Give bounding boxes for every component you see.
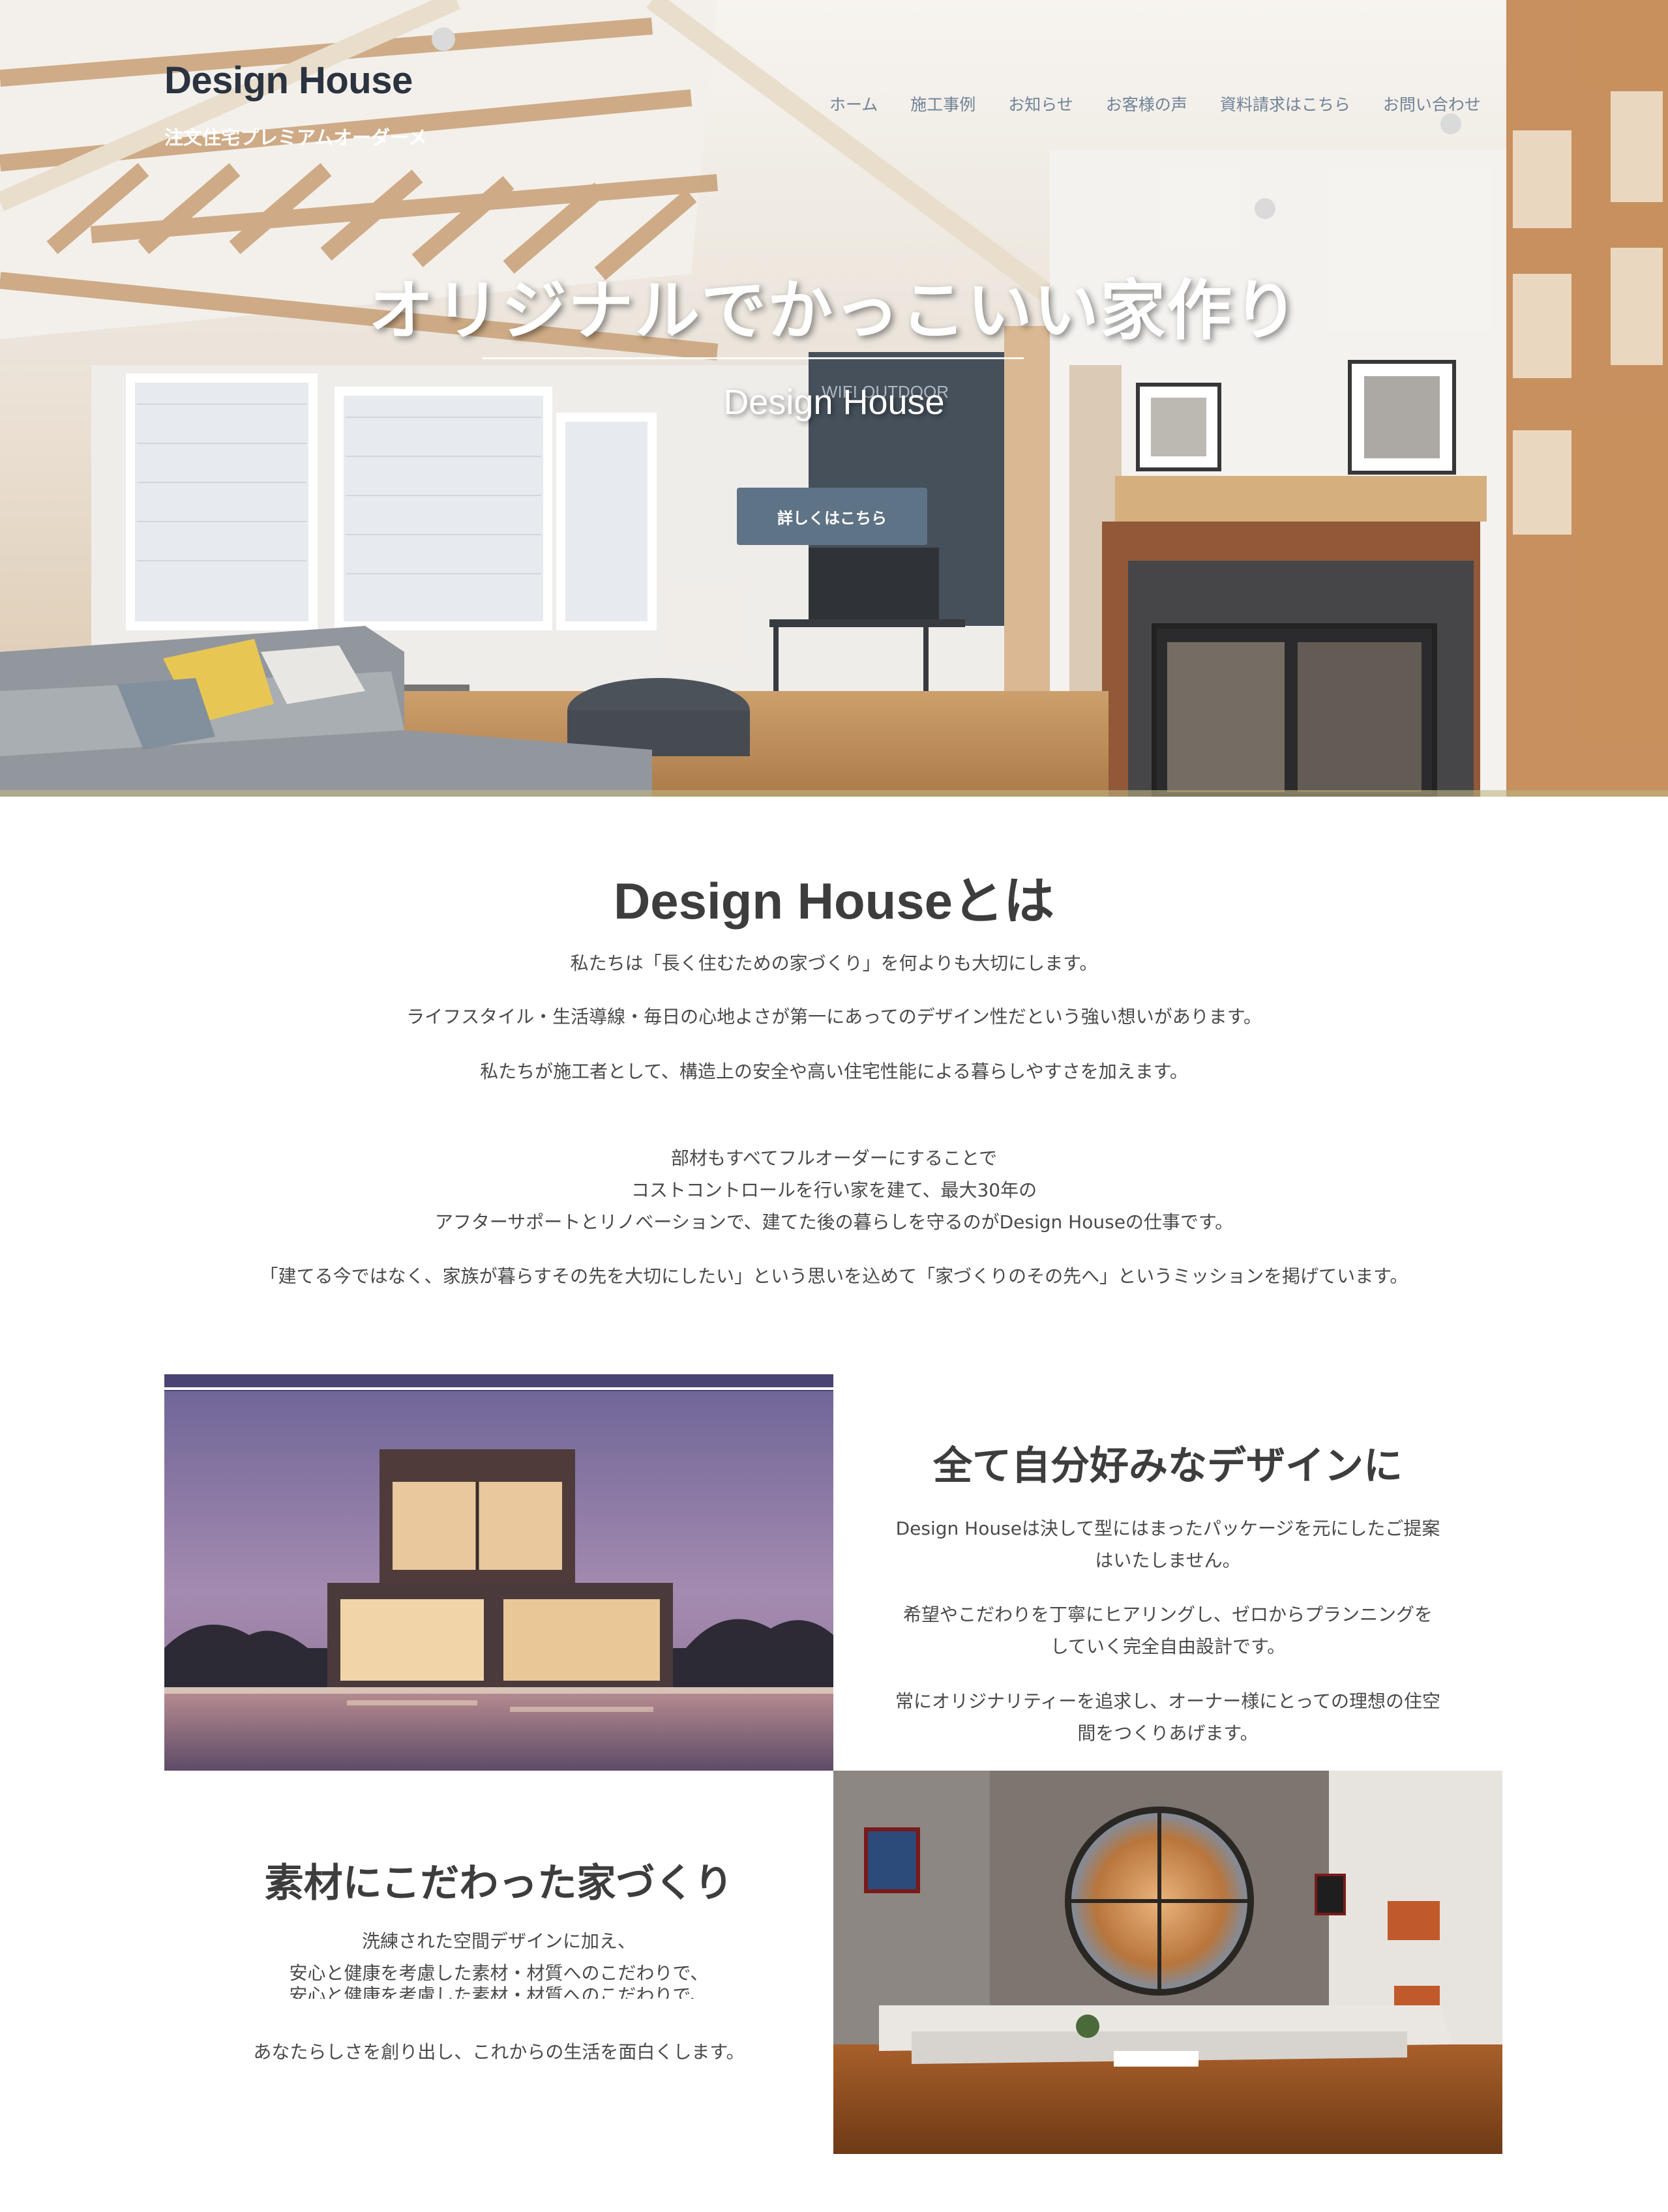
- hero-section: WIFI OUTDOOR Design House 注文住宅プレミアムオーダーメ…: [0, 0, 1668, 797]
- about-paragraph-3: 私たちが施工者として、構造上の安全や高い住宅性能による暮らしやすさを加えます。: [480, 1061, 1188, 1082]
- nav-item-works[interactable]: 施工事例: [910, 92, 975, 115]
- site-title[interactable]: Design House: [164, 59, 413, 102]
- round-window-lounge-image: [833, 1771, 1502, 2154]
- about-paragraph-5: 「建てる今ではなく、家族が暮らすその先を大切にしたい」という思いを込めて「家づく…: [260, 1265, 1408, 1287]
- about-paragraph-2: ライフスタイル・生活導線・毎日の心地よさが第一にあってのデザイン性だという強い想…: [406, 1006, 1262, 1027]
- feature-design-text-1a: Design Houseは決して型にはまったパッケージを元にしたご提案: [895, 1518, 1440, 1539]
- nav-item-home[interactable]: ホーム: [829, 92, 878, 115]
- nav-item-news[interactable]: お知らせ: [1008, 92, 1073, 115]
- feature-design-text-2a: 希望やこだわりを丁寧にヒアリングし、ゼロからプランニングを: [902, 1604, 1433, 1625]
- feature-design-text-1b: はいたしません。: [1095, 1550, 1241, 1571]
- feature-design-heading: 全て自分好みなデザインに: [933, 1443, 1403, 1489]
- feature-design-text-3a: 常にオリジナリティーを追求し、オーナー様にとっての理想の住空: [895, 1690, 1441, 1712]
- nav-item-contact[interactable]: お問い合わせ: [1383, 92, 1481, 115]
- nav-item-brochure[interactable]: 資料請求はこちら: [1220, 92, 1350, 115]
- feature-materials-text-1a: 洗練された空間デザインに加え、: [361, 1930, 636, 1952]
- about-paragraph-1: 私たちは「長く住むための家づくり」を何よりも大切にします。: [570, 952, 1098, 974]
- about-title: Design Houseとは: [613, 872, 1055, 930]
- modern-house-night-image: [164, 1374, 833, 1771]
- details-button[interactable]: 詳しくはこちら: [737, 488, 927, 545]
- hero-subtitle: Design House: [723, 383, 945, 422]
- nav-item-testimonials[interactable]: お客様の声: [1106, 92, 1187, 115]
- hero-title: オリジナルでかっこいい家作り: [368, 273, 1300, 349]
- feature-design-text-3b: 間をつくりあげます。: [1077, 1722, 1258, 1744]
- about-paragraph-4-line-1: 部材もすべてフルオーダーにすることで: [670, 1147, 998, 1169]
- feature-design-text-2b: していく完全自由設計です。: [1050, 1636, 1286, 1657]
- hero-divider: [483, 357, 1024, 359]
- feature-materials-text-2: あなたらしさを創り出し、これからの生活を面白くします。: [253, 2041, 745, 2063]
- about-paragraph-4-line-2: コストコントロールを行い家を建て、最大30年の: [631, 1179, 1037, 1201]
- site-tagline: 注文住宅プレミアムオーダーメ: [164, 126, 427, 149]
- feature-materials-heading: 素材にこだわった家づくり: [264, 1861, 734, 1906]
- about-paragraph-4-line-3: アフターサポートとリノベーションで、建てた後の暮らしを守るのがDesign Ho…: [434, 1211, 1234, 1233]
- main-nav: ホーム 施工事例 お知らせ お客様の声 資料請求はこちら お問い合わせ: [829, 92, 1481, 115]
- feature-materials-text-1c: 安心と健康を考慮した素材・材質へのこだわりで、: [289, 1984, 709, 1999]
